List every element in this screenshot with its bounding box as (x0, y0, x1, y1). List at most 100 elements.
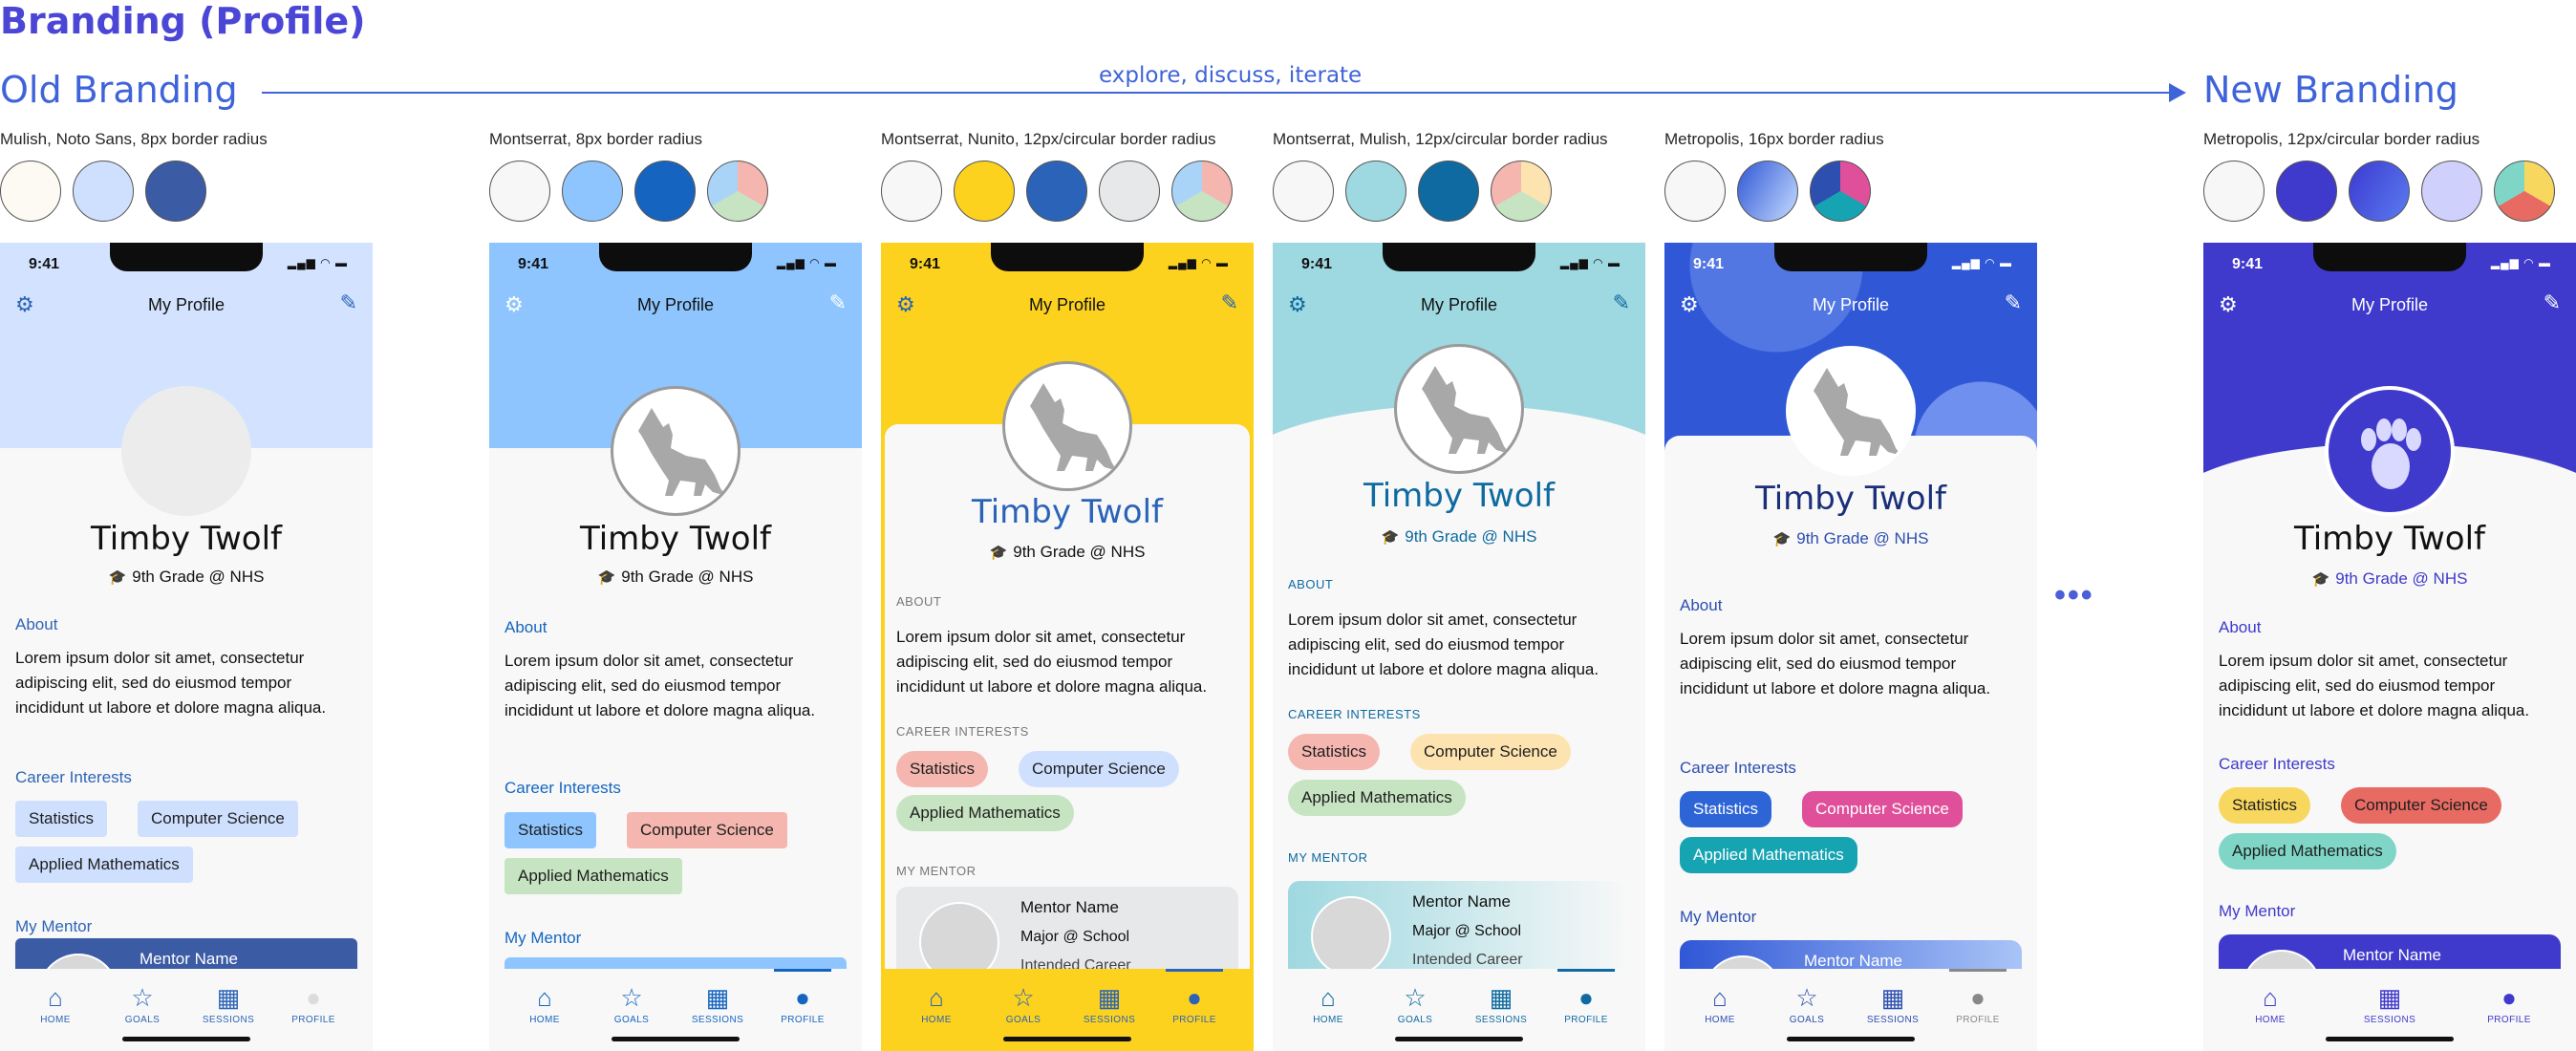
profile-icon: ● (795, 983, 810, 1012)
interest-chip[interactable]: Statistics (2219, 787, 2311, 824)
tab-label: GOALS (1397, 1015, 1433, 1025)
edit-pencil-icon[interactable]: ✎ (1613, 290, 1630, 315)
status-icons: ▂▄▆ ◠ ▬ (776, 256, 837, 269)
page-title: Branding (Profile) (0, 0, 366, 42)
color-swatch (2203, 161, 2265, 222)
graduation-cap-icon: 🎓 (1381, 529, 1400, 546)
interest-chip[interactable]: Computer Science (1410, 734, 1571, 770)
profile-avatar[interactable] (2325, 386, 2455, 516)
interest-chip[interactable]: Statistics (896, 751, 989, 787)
profile-avatar[interactable] (121, 386, 251, 516)
tab-sessions[interactable]: ▦ SESSIONS (1081, 984, 1138, 1025)
tab-sessions[interactable]: ▦ SESSIONS (2361, 984, 2418, 1025)
color-swatch (1273, 161, 1334, 222)
interest-chip[interactable]: Computer Science (138, 801, 298, 837)
tab-goals[interactable]: ☆ GOALS (114, 984, 171, 1025)
tab-label: SESSIONS (1474, 1015, 1528, 1025)
interest-chip[interactable]: Applied Mathematics (1680, 837, 1857, 873)
graduation-cap-icon: 🎓 (989, 545, 1008, 561)
about-label: ABOUT (896, 594, 942, 609)
tab-label: HOME (529, 1015, 560, 1025)
interest-chip[interactable]: Applied Mathematics (1288, 780, 1466, 816)
profile-icon: ● (306, 983, 321, 1012)
tab-home[interactable]: ⌂ HOME (27, 984, 84, 1025)
font-note: Metropolis, 12px/circular border radius (2203, 130, 2480, 148)
home-icon: ⌂ (48, 983, 63, 1012)
tab-sessions[interactable]: ▦ SESSIONS (689, 984, 746, 1025)
phone-notch (1774, 243, 1927, 271)
interest-chip[interactable]: Statistics (15, 801, 108, 837)
grade-text: 9th Grade @ NHS (1796, 529, 1929, 547)
nav-title: My Profile (1420, 295, 1497, 314)
mentor-school: Major @ School (1412, 923, 1522, 939)
color-swatch (881, 161, 942, 222)
about-label: About (15, 615, 58, 633)
interest-chip[interactable]: Computer Science (627, 812, 787, 848)
career-interests-label: Career Interests (2219, 755, 2335, 773)
more-options-icon[interactable]: ••• (2054, 577, 2094, 614)
about-label: About (2219, 618, 2262, 636)
edit-pencil-icon[interactable]: ✎ (829, 290, 847, 315)
tab-profile[interactable]: ● PROFILE (774, 984, 831, 1025)
wolf-mascot-icon (638, 408, 726, 496)
profile-avatar[interactable] (611, 386, 741, 516)
tab-goals[interactable]: ☆ GOALS (1778, 984, 1835, 1025)
interest-chip[interactable]: Computer Science (1802, 791, 1963, 827)
about-label: About (504, 618, 547, 636)
color-swatch (145, 161, 206, 222)
interest-chip[interactable]: Statistics (1288, 734, 1381, 770)
color-swatch (634, 161, 696, 222)
goals-icon: ☆ (620, 983, 643, 1012)
interest-chip[interactable]: Statistics (1680, 791, 1772, 827)
phone-mockup: 9:41 ▂▄▆ ◠ ▬ ⚙ My Profile ✎ Timby Twolf 🎓 9th G… (1664, 243, 2037, 1051)
profile-avatar[interactable] (1002, 361, 1132, 491)
tab-profile[interactable]: ● PROFILE (2480, 984, 2538, 1025)
tab-sessions[interactable]: ▦ SESSIONS (1864, 984, 1921, 1025)
interest-chip[interactable]: Applied Mathematics (896, 795, 1074, 831)
tab-home[interactable]: ⌂ HOME (516, 984, 573, 1025)
wolf-mascot-icon (1030, 383, 1118, 471)
tab-goals[interactable]: ☆ GOALS (995, 984, 1052, 1025)
about-text: Lorem ipsum dolor sit amet, consectetur … (15, 649, 327, 717)
interest-chip[interactable]: Applied Mathematics (504, 858, 682, 894)
profile-avatar[interactable] (1394, 344, 1524, 474)
goals-icon: ☆ (1404, 983, 1427, 1012)
tab-goals[interactable]: ☆ GOALS (1386, 984, 1444, 1025)
goals-icon: ☆ (1012, 983, 1035, 1012)
tab-home[interactable]: ⌂ HOME (2242, 984, 2299, 1025)
about-text: Lorem ipsum dolor sit amet, consectetur … (896, 628, 1208, 696)
edit-pencil-icon[interactable]: ✎ (340, 290, 357, 315)
tab-sessions[interactable]: ▦ SESSIONS (1472, 984, 1530, 1025)
status-time: 9:41 (1301, 256, 1333, 272)
tab-home[interactable]: ⌂ HOME (1299, 984, 1357, 1025)
grade-line: 🎓 9th Grade @ NHS (0, 568, 373, 587)
nav-title: My Profile (147, 295, 225, 314)
career-interests-label: Career Interests (504, 779, 621, 797)
interest-chip[interactable]: Applied Mathematics (15, 847, 193, 883)
interest-chip[interactable]: Computer Science (1019, 751, 1179, 787)
phone-notch (599, 243, 752, 271)
mentor-career: Intended Career (1412, 952, 1523, 968)
tab-home[interactable]: ⌂ HOME (1691, 984, 1749, 1025)
tab-label: HOME (1705, 1015, 1735, 1025)
interest-chip[interactable]: Statistics (504, 812, 597, 848)
home-indicator (2326, 1037, 2454, 1041)
edit-pencil-icon[interactable]: ✎ (2005, 290, 2022, 315)
font-note: Montserrat, Mulish, 12px/circular border… (1273, 130, 1608, 148)
interest-chip[interactable]: Computer Science (2341, 787, 2501, 824)
tab-home[interactable]: ⌂ HOME (908, 984, 965, 1025)
tab-label: PROFILE (1956, 1015, 2000, 1025)
tab-profile[interactable]: ● PROFILE (1949, 984, 2007, 1025)
tab-goals[interactable]: ☆ GOALS (603, 984, 660, 1025)
tab-profile[interactable]: ● PROFILE (1166, 984, 1223, 1025)
interest-chip[interactable]: Applied Mathematics (2219, 833, 2396, 869)
tab-profile[interactable]: ● PROFILE (1557, 984, 1615, 1025)
sessions-icon: ▦ (1489, 983, 1513, 1012)
edit-pencil-icon[interactable]: ✎ (2544, 290, 2561, 315)
tab-profile[interactable]: ● PROFILE (285, 984, 342, 1025)
profile-name: Timby Twolf (2294, 520, 2485, 558)
profile-avatar[interactable] (1786, 346, 1916, 476)
tab-sessions[interactable]: ▦ SESSIONS (200, 984, 257, 1025)
tab-label: GOALS (613, 1015, 650, 1025)
edit-pencil-icon[interactable]: ✎ (1221, 290, 1238, 315)
